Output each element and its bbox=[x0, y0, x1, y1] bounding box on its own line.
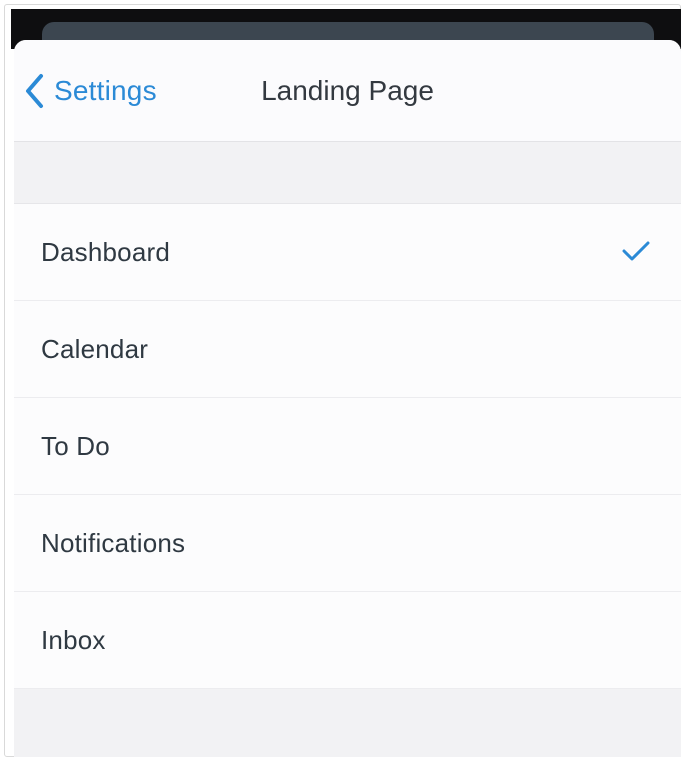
bottom-spacer bbox=[14, 689, 681, 757]
section-spacer bbox=[14, 142, 681, 204]
option-row-inbox[interactable]: Inbox bbox=[14, 592, 681, 689]
landing-page-options-list: Dashboard Calendar To Do Notifications I… bbox=[14, 204, 681, 689]
option-label: Inbox bbox=[41, 624, 106, 655]
navigation-bar: Settings Landing Page bbox=[14, 40, 681, 142]
option-label: Calendar bbox=[41, 333, 149, 364]
page-title-text: Landing Page bbox=[261, 75, 434, 106]
option-row-dashboard[interactable]: Dashboard bbox=[14, 204, 681, 301]
option-row-calendar[interactable]: Calendar bbox=[14, 301, 681, 398]
screenshot-frame: Settings Landing Page Dashboard Calendar… bbox=[0, 0, 685, 761]
option-row-notifications[interactable]: Notifications bbox=[14, 495, 681, 592]
page-title: Landing Page bbox=[14, 70, 681, 112]
checkmark-icon bbox=[621, 240, 651, 267]
landing-page-sheet: Settings Landing Page Dashboard Calendar… bbox=[14, 40, 681, 757]
option-row-to-do[interactable]: To Do bbox=[14, 398, 681, 495]
option-label: To Do bbox=[41, 430, 110, 461]
option-label: Notifications bbox=[41, 527, 186, 558]
option-label: Dashboard bbox=[41, 236, 170, 267]
